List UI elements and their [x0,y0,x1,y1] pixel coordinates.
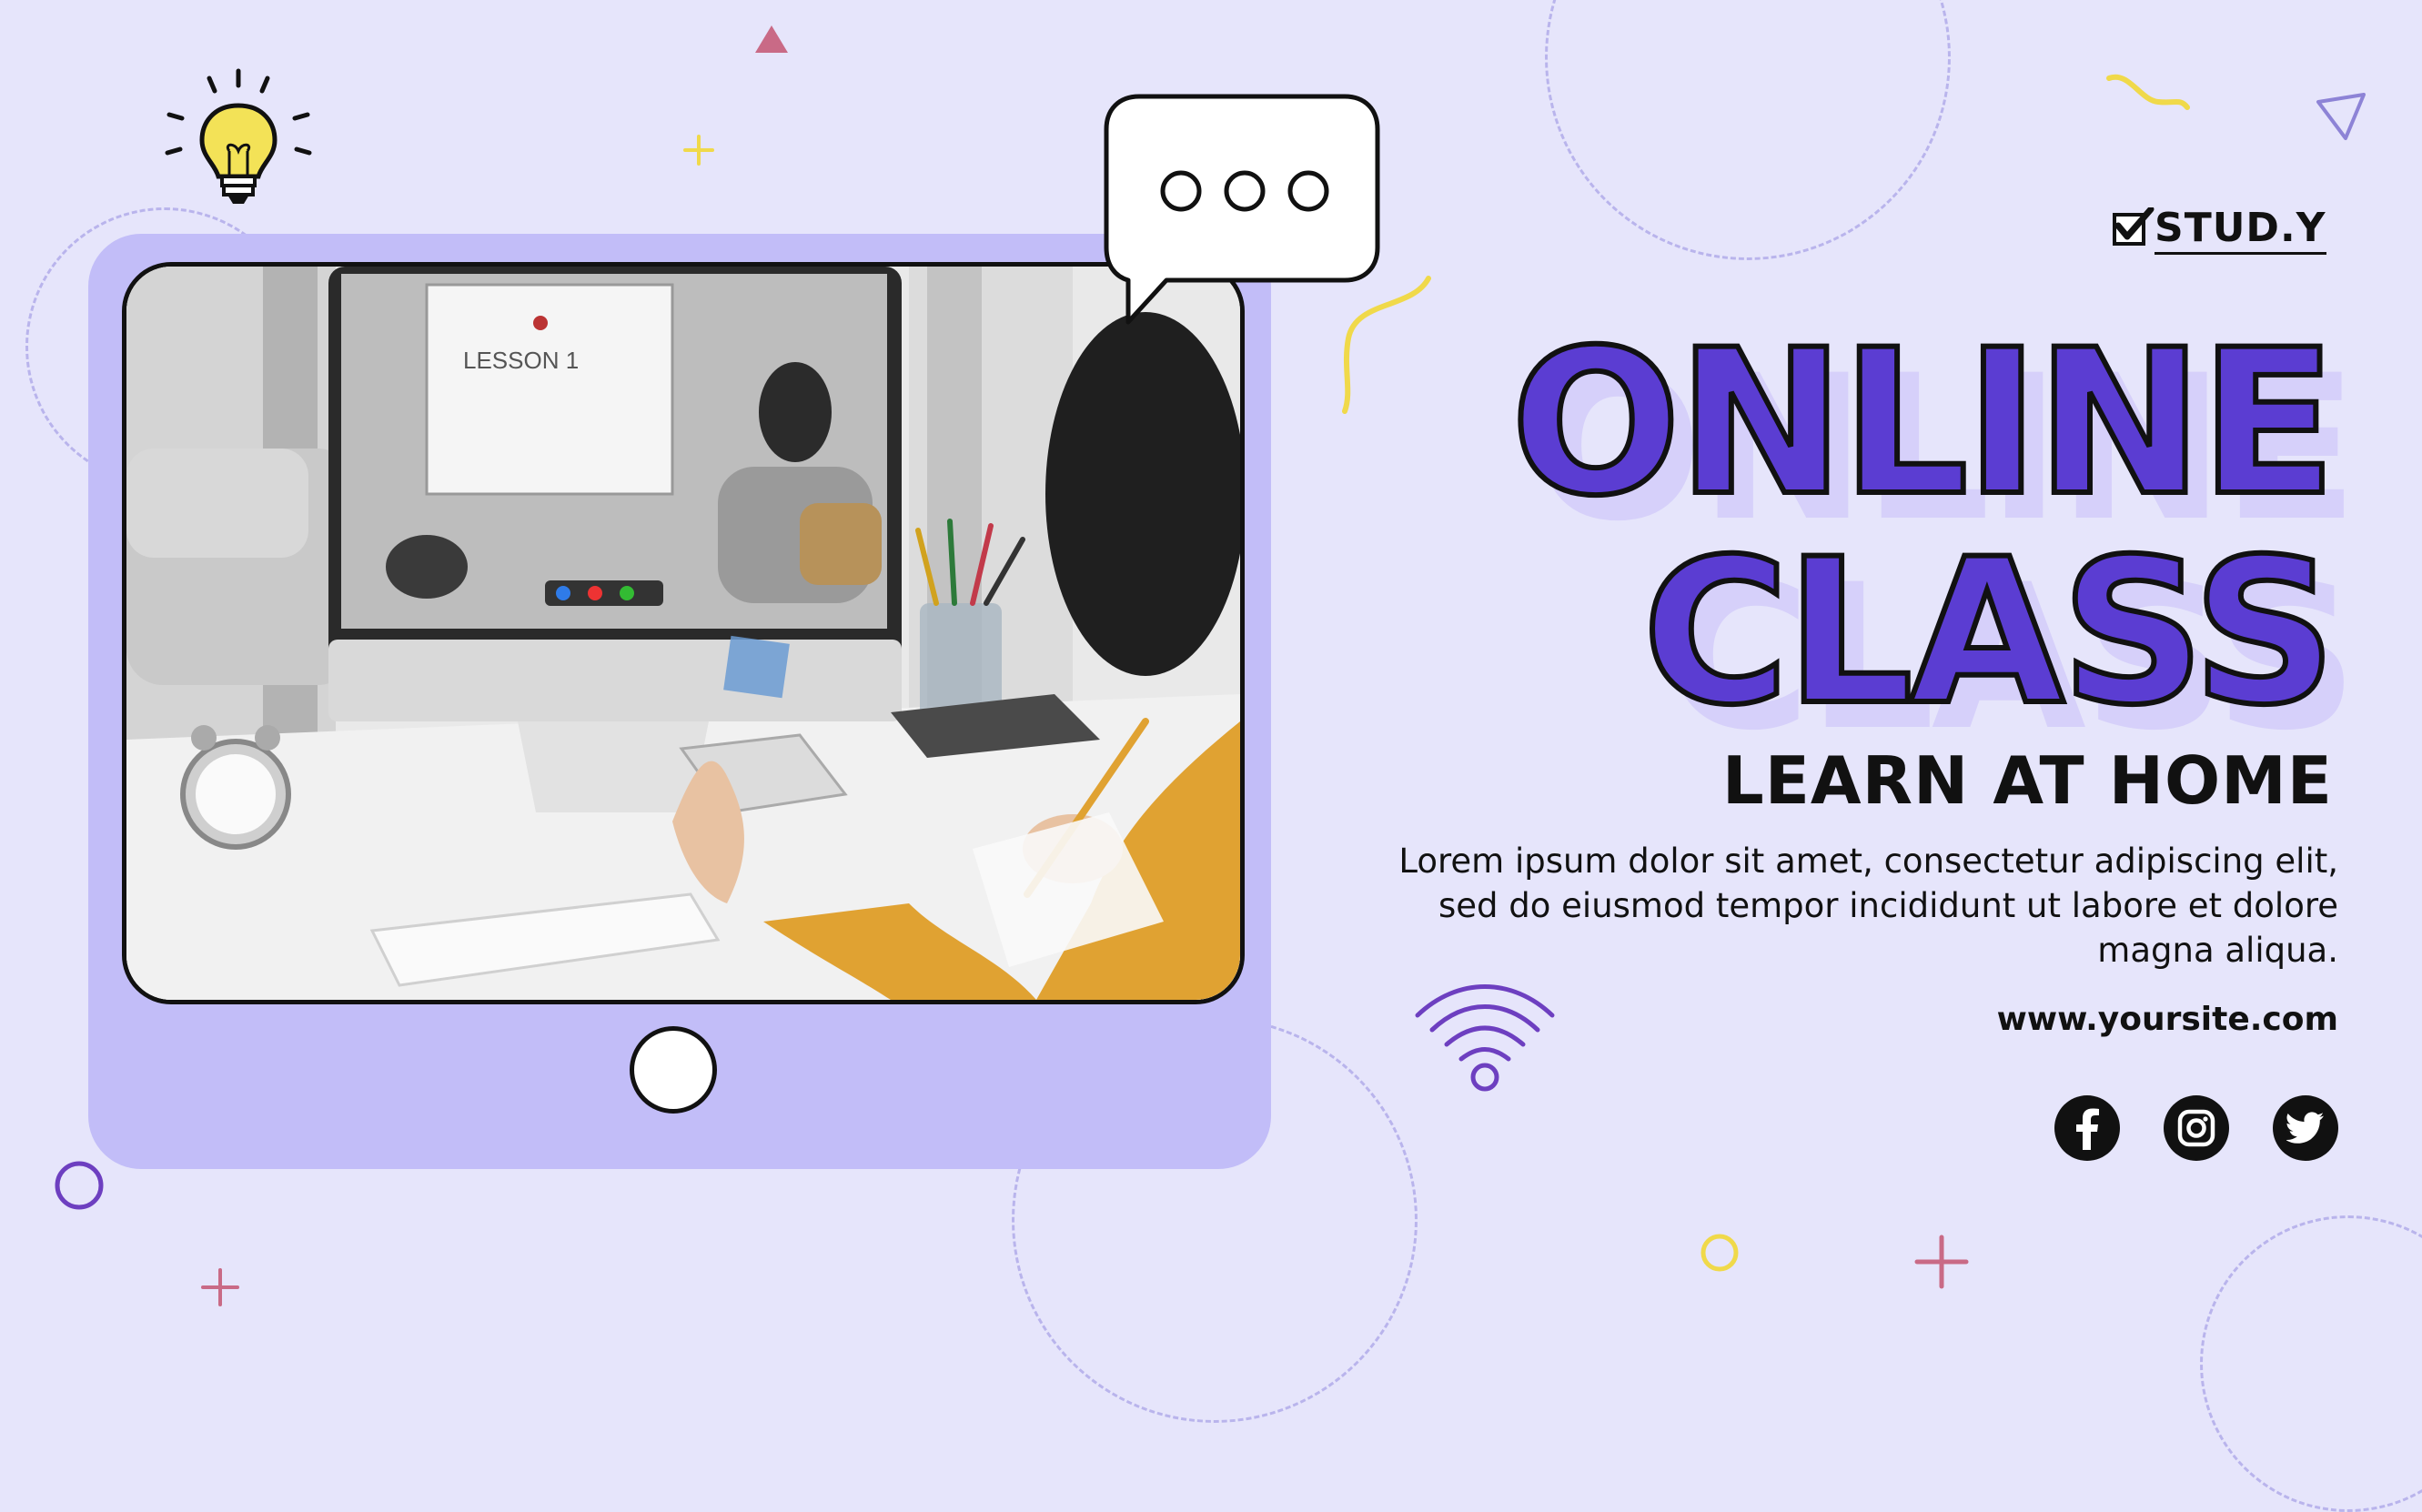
lightbulb-icon [165,68,312,204]
body-paragraph: Lorem ipsum dolor sit amet, consectetur … [1356,839,2338,973]
brand-name: STUD.Y [2155,205,2326,255]
checkbox-check-icon [2113,207,2155,246]
instagram-icon[interactable] [2164,1095,2229,1161]
headline-line-1: ONLINE [1508,307,2339,539]
tablet-screen-photo: LESSON 1 [122,262,1245,1004]
headline-line-2: CLASS [1640,516,2339,749]
subheadline: LEARN AT HOME [1721,742,2333,819]
brand-logo: STUD.Y [2113,202,2326,257]
website-link[interactable]: www.yoursite.com [1997,1001,2338,1038]
tablet-home-button [630,1026,717,1114]
wifi-icon [1415,984,1555,1092]
body-line-1: Lorem ipsum dolor sit amet, consectetur … [1398,842,2338,881]
speech-bubble-icon [1104,94,1380,325]
whiteboard-text: LESSON 1 [463,347,579,374]
body-line-2: sed do eiusmod tempor incididunt ut labo… [1438,886,2338,925]
body-line-3: magna aliqua. [2097,931,2338,970]
facebook-icon[interactable] [2054,1095,2120,1161]
twitter-icon[interactable] [2273,1095,2338,1161]
